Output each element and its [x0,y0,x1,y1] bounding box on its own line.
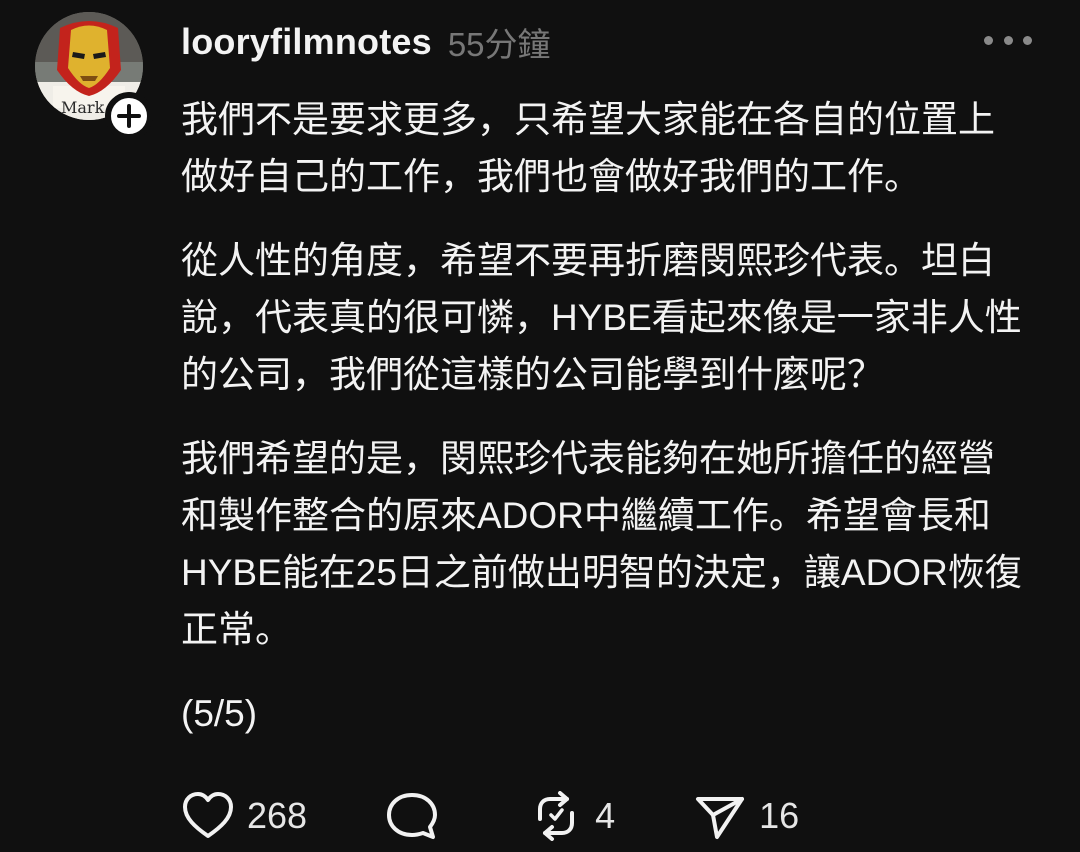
like-button[interactable]: 268 [181,791,307,841]
post-timestamp: 55分鐘 [447,26,551,63]
post-actions: 268 4 16 [181,790,799,842]
speech-bubble-icon [387,793,438,839]
post-paragraph: 我們不是要求更多，只希望大家能在各自的位置上 做好自己的工作，我們也會做好我們的… [181,99,995,197]
threads-post: Mark looryfilmnotes 55分鐘 我們不是要求更多，只希望大家能… [0,0,1080,852]
follow-button[interactable] [105,92,153,140]
share-button[interactable]: 16 [693,791,799,841]
paper-plane-icon [696,797,745,839]
plus-icon [117,104,141,128]
more-horizontal-icon-dot [1003,35,1013,45]
post-header: looryfilmnotes 55分鐘 [181,16,551,68]
more-horizontal-icon-dot [984,35,993,45]
more-options-button[interactable] [984,28,1032,52]
avatar-caption: Mark [61,98,105,117]
share-count: 16 [759,795,800,836]
repost-icon [538,791,575,841]
repost-button[interactable]: 4 [529,791,615,841]
like-count: 268 [247,795,308,836]
avatar-container[interactable]: Mark [35,12,153,140]
post-paragraph: 我們希望的是，閔熙珍代表能夠在她所擔任的經營 和製作整合的原來ADOR中繼續工作… [181,438,1022,650]
thread-page-indicator: (5/5) [181,693,258,734]
post-paragraph: 從人性的角度，希望不要再折磨閔熙珍代表。坦白 說，代表真的很可憐，HYBE看起來… [181,240,1022,395]
username-link[interactable]: looryfilmnotes [181,21,432,63]
comment-button[interactable] [385,791,451,841]
more-horizontal-icon-dot [1023,35,1032,45]
post-body: 我們不是要求更多，只希望大家能在各自的位置上 做好自己的工作，我們也會做好我們的… [181,91,1041,769]
heart-icon [183,792,233,838]
repost-count: 4 [595,795,616,836]
